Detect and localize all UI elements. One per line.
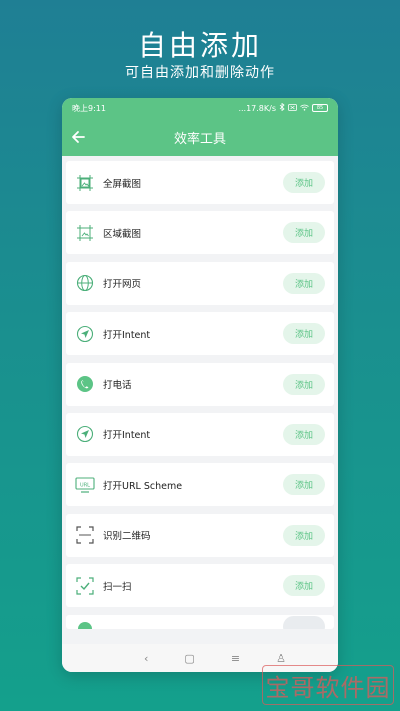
bluetooth-icon: [279, 102, 285, 113]
status-right: ...17.8K/s 85: [238, 102, 328, 113]
add-button[interactable]: [283, 615, 325, 629]
send-icon: [75, 324, 95, 344]
promo-headline: 自由添加: [137, 29, 262, 62]
add-button[interactable]: 添加: [283, 172, 325, 193]
network-speed: ...17.8K/s: [238, 103, 276, 113]
list-item[interactable]: 打开Intent 添加: [66, 312, 334, 356]
add-button[interactable]: 添加: [283, 423, 325, 445]
fullscreen-screenshot-icon: [75, 173, 95, 193]
wifi-icon: [300, 104, 309, 113]
add-button[interactable]: 添加: [283, 272, 325, 294]
nav-menu-icon[interactable]: ≡: [231, 652, 240, 665]
add-button[interactable]: 添加: [283, 222, 325, 244]
app-bar: 效率工具: [62, 118, 338, 156]
nav-back-icon[interactable]: ‹: [144, 652, 148, 665]
phone-icon: [75, 374, 95, 394]
promo-subline: 可自由添加和删除动作: [125, 65, 275, 81]
list-item[interactable]: URL 打开URL Scheme 添加: [66, 463, 334, 507]
add-button[interactable]: 添加: [283, 474, 325, 496]
status-time: 晚上9:11: [72, 103, 106, 113]
add-button[interactable]: 添加: [283, 524, 325, 546]
scan-check-icon: [75, 576, 95, 596]
list-item-partial[interactable]: [66, 614, 334, 629]
add-button[interactable]: 添加: [283, 323, 325, 345]
phone-screen: 晚上9:11 ...17.8K/s 85 效率工具 全屏截图 添加 区域截图 添…: [62, 98, 338, 672]
item-label: 识别二维码: [103, 531, 151, 543]
item-label: 扫一扫: [103, 581, 132, 593]
list-item[interactable]: 区域截图 添加: [66, 211, 334, 255]
status-bar: 晚上9:11 ...17.8K/s 85: [62, 98, 338, 118]
page-title: 效率工具: [173, 131, 226, 147]
list-item[interactable]: 打开网页 添加: [66, 261, 334, 305]
globe-icon: [75, 273, 95, 293]
battery-icon: 85: [312, 104, 328, 112]
list-item[interactable]: 打电话 添加: [66, 362, 334, 406]
item-label: 区域截图: [103, 228, 142, 240]
item-label: 打电话: [103, 380, 132, 392]
circle-icon: [75, 616, 95, 629]
item-label: 打开URL Scheme: [103, 480, 183, 492]
list-item[interactable]: 扫一扫 添加: [66, 564, 334, 608]
item-label: 打开网页: [103, 279, 142, 291]
send-icon: [75, 424, 95, 444]
item-label: 打开Intent: [103, 430, 151, 442]
list-item[interactable]: 识别二维码 添加: [66, 513, 334, 557]
area-screenshot-icon: [75, 223, 95, 243]
nav-accessibility-icon[interactable]: ♙: [276, 652, 286, 665]
list-item[interactable]: 全屏截图 添加: [66, 161, 334, 204]
back-arrow-icon[interactable]: [68, 127, 88, 147]
add-button[interactable]: 添加: [283, 373, 325, 395]
item-label: 打开Intent: [103, 329, 151, 341]
list-item[interactable]: 打开Intent 添加: [66, 412, 334, 456]
item-label: 全屏截图: [103, 178, 142, 190]
tool-list: 全屏截图 添加 区域截图 添加 打开网页 添加 打开Intent 添加 打电话 …: [62, 156, 338, 629]
url-icon: URL: [75, 475, 95, 495]
add-button[interactable]: 添加: [283, 575, 325, 597]
svg-text:URL: URL: [80, 482, 90, 488]
scan-frame-icon: [75, 525, 95, 545]
watermark-logo: 宝哥软件园: [262, 665, 394, 705]
nav-home-icon[interactable]: ▢: [184, 652, 194, 665]
sim-icon: [288, 103, 297, 113]
